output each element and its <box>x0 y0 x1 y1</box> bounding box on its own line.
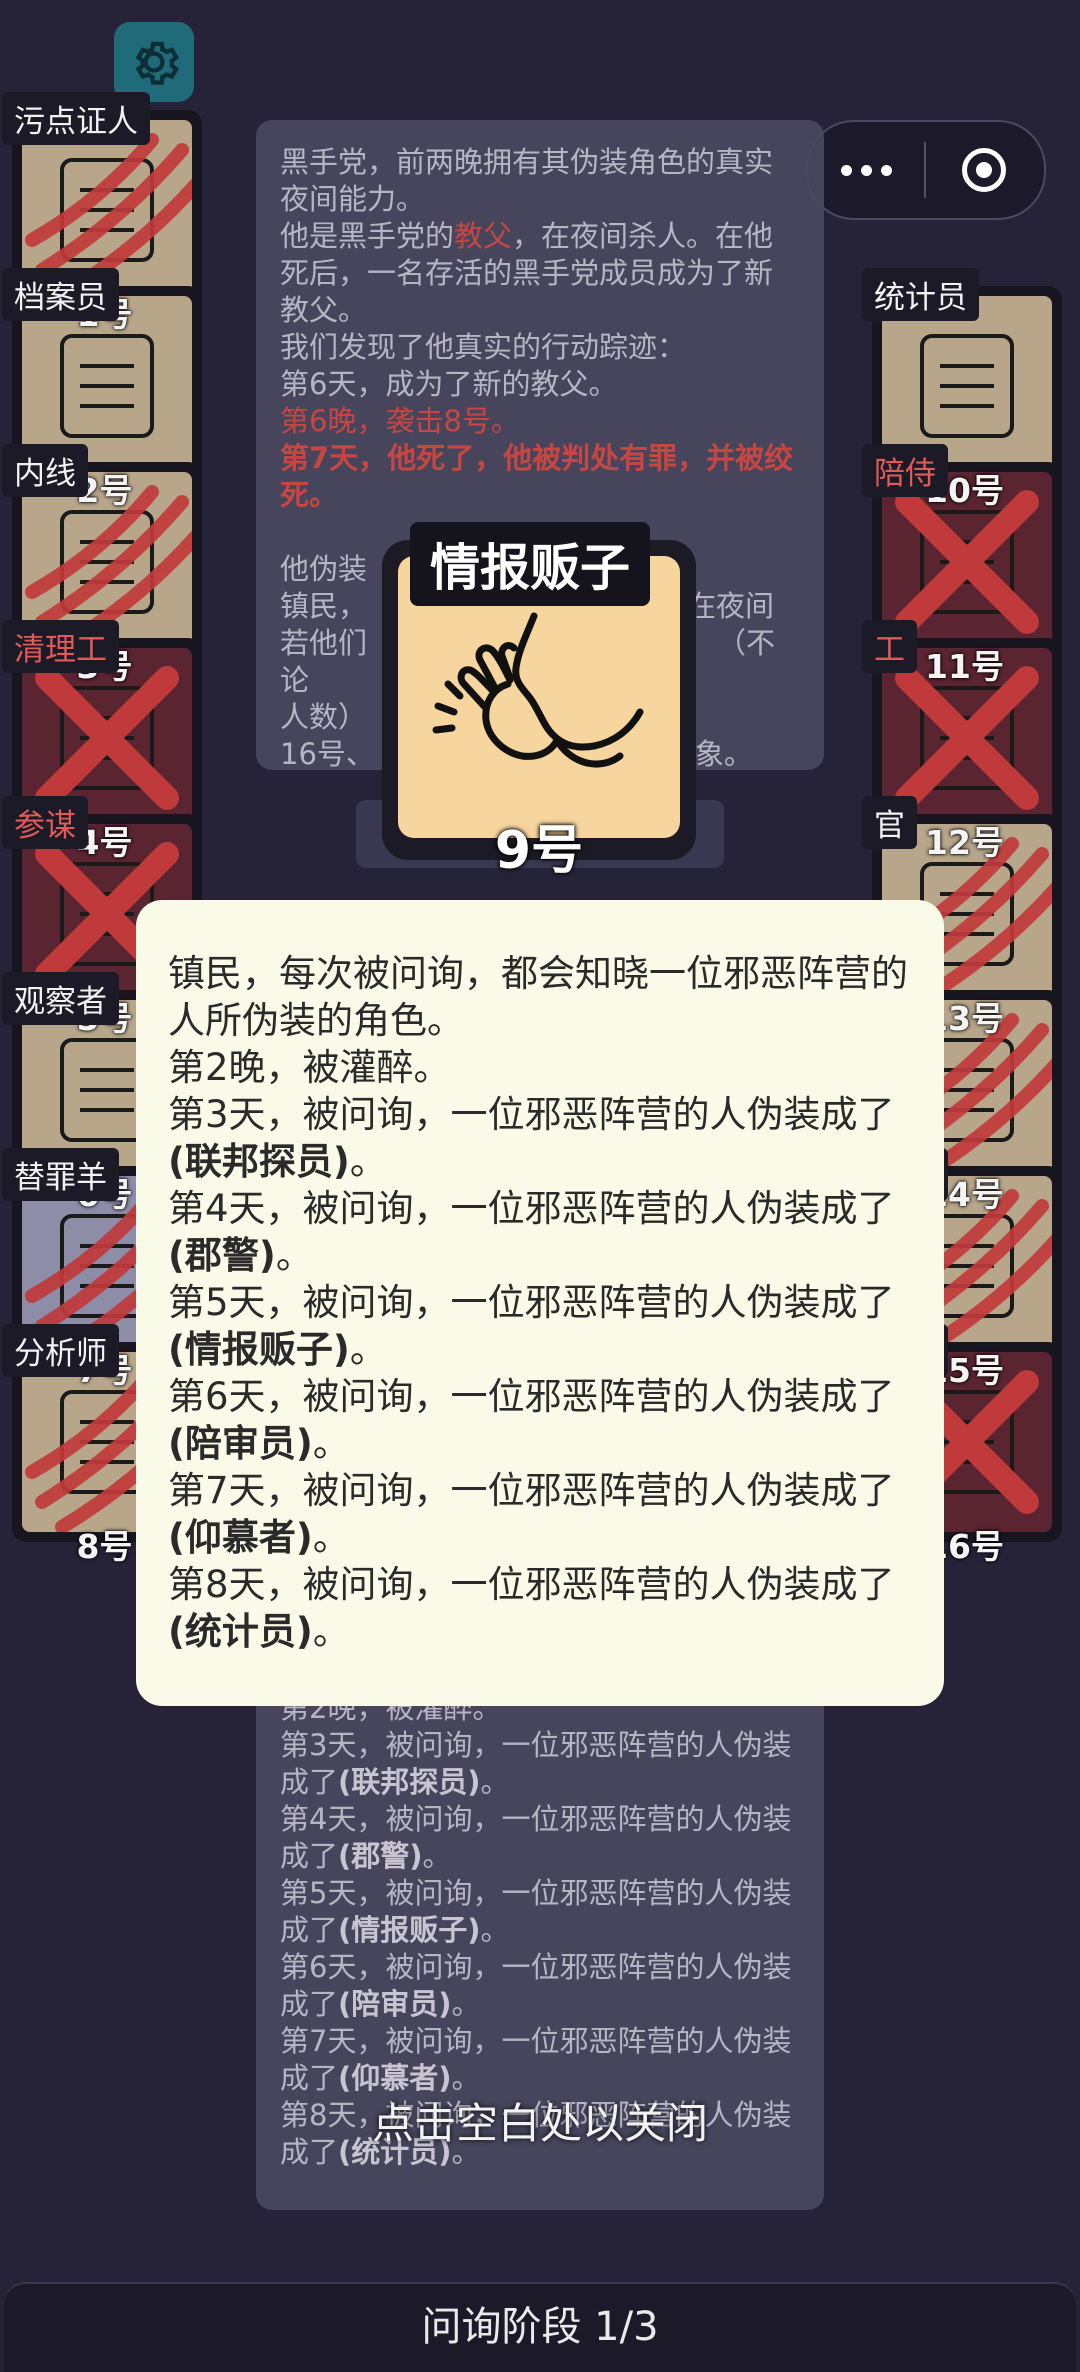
miniapp-capsule <box>806 120 1046 220</box>
log-line: 第3天，被问询，一位邪恶阵营的人伪装成了(联邦探员)。 <box>280 1728 792 1799</box>
log-line: 第7天，他死了，他被判处有罪，并被绞死。 <box>280 441 794 512</box>
player-role-label: 官 <box>862 796 917 849</box>
popup-interrogation-line: 第3天，被问询，一位邪恶阵营的人伪装成了(联邦探员)。 <box>168 1093 895 1183</box>
popup-intro: 镇民，每次被问询，都会知晓一位邪恶阵营的人所伪装的角色。 <box>168 952 908 1042</box>
player-role-label: 清理工 <box>2 620 119 673</box>
settings-button[interactable] <box>114 22 194 102</box>
focused-role-name: 情报贩子 <box>410 522 650 606</box>
log-line: 第6天，成为了新的教父。 <box>280 367 618 401</box>
disguised-role: (陪审员) <box>168 1422 313 1465</box>
popup-interrogation-line: 第5天，被问询，一位邪恶阵营的人伪装成了(情报贩子)。 <box>168 1281 895 1371</box>
player-role-label: 分析师 <box>2 1324 119 1377</box>
phase-label: 问询阶段 1/3 <box>421 2304 659 2350</box>
disguised-role: (郡警) <box>168 1234 276 1277</box>
player-role-label: 观察者 <box>2 972 119 1025</box>
log-line: 第4天，被问询，一位邪恶阵营的人伪装成了(郡警)。 <box>280 1802 792 1873</box>
role-info-popup[interactable]: 镇民，每次被问询，都会知晓一位邪恶阵营的人所伪装的角色。 第2晚，被灌醉。 第3… <box>136 900 944 1706</box>
more-button[interactable] <box>808 122 924 218</box>
more-dots-icon <box>840 164 852 176</box>
popup-interrogation-line: 第7天，被问询，一位邪恶阵营的人伪装成了(仰慕者)。 <box>168 1469 895 1559</box>
close-miniapp-button[interactable] <box>926 122 1042 218</box>
log-line: 第6天，被问询，一位邪恶阵营的人伪装成了(陪审员)。 <box>280 1950 792 2021</box>
player-role-label: 替罪羊 <box>2 1148 119 1201</box>
executed-x-icon <box>895 490 1039 634</box>
focused-player-number: 9号 <box>494 821 584 881</box>
player-role-label: 陪侍 <box>862 444 948 497</box>
role-art-icon <box>60 334 154 438</box>
popup-interrogation-line: 第8天，被问询，一位邪恶阵营的人伪装成了(统计员)。 <box>168 1563 895 1653</box>
popup-interrogation-line: 第6天，被问询，一位邪恶阵营的人伪装成了(陪审员)。 <box>168 1375 895 1465</box>
role-art-icon <box>920 334 1014 438</box>
log-line: 第6晚，袭击8号。 <box>280 404 520 438</box>
disguised-role: (统计员) <box>168 1610 313 1653</box>
player-role-label: 档案员 <box>2 268 119 321</box>
log-line: 他是黑手党的教父，在夜间杀人。在他死后，一名存活的黑手党成员成为了新教父。 <box>280 219 774 327</box>
player-role-label: 工 <box>862 620 917 673</box>
executed-x-icon <box>895 666 1039 810</box>
gear-icon <box>135 41 180 85</box>
log-line: 第7天，被问询，一位邪恶阵营的人伪装成了(仰慕者)。 <box>280 2024 792 2095</box>
player-role-label: 污点证人 <box>2 92 150 145</box>
player-role-label: 参谋 <box>2 796 88 849</box>
disguised-role: (情报贩子) <box>168 1328 350 1371</box>
player-role-label: 内线 <box>2 444 88 497</box>
phase-bar: 问询阶段 1/3 <box>4 2282 1076 2372</box>
disguised-role: (仰慕者) <box>168 1516 313 1559</box>
popup-interrogation-list: 第3天，被问询，一位邪恶阵营的人伪装成了(联邦探员)。 第4天，被问询，一位邪恶阵… <box>168 1091 914 1655</box>
log-line: 第5天，被问询，一位邪恶阵营的人伪装成了(情报贩子)。 <box>280 1876 792 1947</box>
popup-night-line: 第2晚，被灌醉。 <box>168 1046 451 1089</box>
disguised-role: (联邦探员) <box>168 1140 350 1183</box>
player-role-label: 统计员 <box>862 268 979 321</box>
log-line: 黑手党，前两晚拥有其伪装角色的真实夜间能力。 <box>280 145 774 216</box>
popup-interrogation-line: 第4天，被问询，一位邪恶阵营的人伪装成了(郡警)。 <box>168 1187 895 1277</box>
executed-x-icon <box>35 666 179 810</box>
log-line: 我们发现了他真实的行动踪迹： <box>280 330 687 364</box>
close-hint[interactable]: 点击空白处以关闭 <box>0 2090 1080 2151</box>
target-icon <box>962 148 1006 192</box>
